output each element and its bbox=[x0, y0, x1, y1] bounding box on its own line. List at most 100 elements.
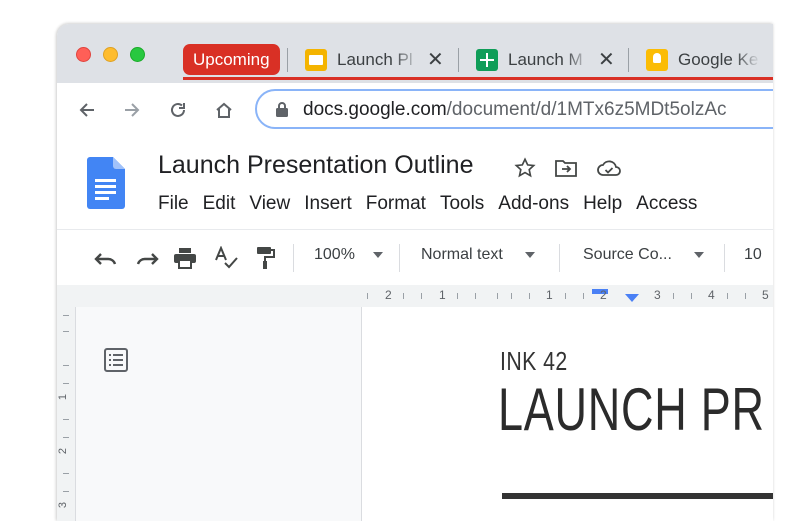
reload-button[interactable] bbox=[164, 96, 192, 124]
menu-add-ons[interactable]: Add-ons bbox=[498, 193, 569, 215]
ruler-tick bbox=[403, 293, 404, 299]
paint-format-button[interactable] bbox=[253, 246, 279, 270]
ruler-tick bbox=[511, 293, 512, 299]
tab-strip: Upcoming Launch Pl ✕ Launch M ✕ Google K… bbox=[57, 24, 773, 83]
document-canvas-margin bbox=[57, 307, 361, 521]
chevron-down-icon bbox=[372, 252, 383, 258]
redo-button[interactable] bbox=[134, 246, 160, 270]
ruler-tick bbox=[691, 293, 692, 299]
tab-divider bbox=[287, 48, 288, 72]
horizontal-ruler[interactable]: 2 1 1 2 3 4 5 bbox=[57, 285, 773, 308]
vertical-ruler[interactable]: 1 2 3 bbox=[57, 307, 76, 521]
chevron-down-icon bbox=[693, 252, 704, 258]
forward-arrow-icon bbox=[125, 103, 140, 117]
tab-launch-metrics[interactable]: Launch M ✕ bbox=[460, 44, 620, 75]
font-size-value: 10 bbox=[744, 246, 762, 263]
star-icon[interactable] bbox=[512, 155, 538, 181]
toolbar-divider bbox=[293, 244, 294, 272]
paint-format-icon bbox=[257, 247, 275, 269]
ruler-label: 2 bbox=[385, 288, 392, 302]
cloud-saved-icon[interactable] bbox=[596, 155, 622, 181]
paragraph-style-select[interactable]: Normal text bbox=[421, 246, 535, 264]
font-size-input[interactable]: 10 bbox=[744, 246, 762, 264]
slides-icon bbox=[305, 48, 327, 71]
close-window-button[interactable] bbox=[76, 47, 91, 62]
ruler-label: 5 bbox=[762, 288, 769, 302]
ruler-tick bbox=[475, 293, 476, 299]
print-icon bbox=[174, 248, 196, 269]
print-button[interactable] bbox=[172, 246, 198, 270]
tab-title: Google Ke bbox=[678, 49, 759, 69]
address-toolbar: docs.google.com/document/d/1MTx6z5MDt5ol… bbox=[57, 83, 773, 138]
move-folder-icon[interactable] bbox=[553, 155, 579, 181]
ruler-tick bbox=[727, 293, 728, 299]
ruler-tick bbox=[529, 293, 530, 299]
ruler-tick bbox=[63, 365, 69, 366]
document-page[interactable]: INK 42 LAUNCH PR bbox=[361, 307, 773, 521]
close-tab-icon[interactable]: ✕ bbox=[598, 47, 615, 72]
url-path: /document/d/1MTx6z5MDt5olzAc bbox=[446, 99, 727, 120]
document-kicker-text: INK 42 bbox=[500, 346, 568, 376]
ruler-tick bbox=[421, 293, 422, 299]
ruler-label: 2 bbox=[600, 288, 607, 302]
back-button[interactable] bbox=[73, 96, 101, 124]
left-indent-marker[interactable] bbox=[625, 294, 639, 302]
zoom-select[interactable]: 100% bbox=[314, 246, 383, 264]
ruler-label: 1 bbox=[546, 288, 553, 302]
spellcheck-icon bbox=[215, 246, 238, 269]
zoom-value: 100% bbox=[314, 246, 355, 263]
tab-google-keep[interactable]: Google Ke bbox=[630, 44, 773, 75]
menu-insert[interactable]: Insert bbox=[304, 193, 352, 215]
close-tab-icon[interactable]: ✕ bbox=[427, 47, 444, 72]
home-icon bbox=[216, 102, 232, 118]
undo-button[interactable] bbox=[93, 246, 119, 270]
browser-window: Upcoming Launch Pl ✕ Launch M ✕ Google K… bbox=[57, 24, 773, 521]
home-button[interactable] bbox=[210, 96, 238, 124]
document-title[interactable]: Launch Presentation Outline bbox=[158, 151, 474, 180]
maximize-window-button[interactable] bbox=[130, 47, 145, 62]
tab-group-underline bbox=[183, 77, 773, 80]
tab-title: Launch Pl bbox=[337, 49, 413, 69]
document-heading: LAUNCH PR bbox=[498, 376, 765, 443]
document-outline-icon[interactable] bbox=[103, 347, 129, 378]
minimize-window-button[interactable] bbox=[103, 47, 118, 62]
ruler-label: 1 bbox=[57, 393, 70, 401]
sheets-icon bbox=[476, 48, 498, 71]
docs-header: Launch Presentation Outline File Edit Vi… bbox=[57, 137, 773, 229]
ruler-tick bbox=[63, 331, 69, 332]
ruler-tick bbox=[457, 293, 458, 299]
menu-tools[interactable]: Tools bbox=[440, 193, 484, 215]
ruler-tick bbox=[63, 383, 69, 384]
ruler-tick bbox=[565, 293, 566, 299]
font-family-select[interactable]: Source Co... bbox=[583, 246, 704, 264]
ruler-tick bbox=[63, 491, 69, 492]
menu-bar: File Edit View Insert Format Tools Add-o… bbox=[158, 193, 711, 215]
ruler-tick bbox=[63, 473, 69, 474]
address-bar[interactable]: docs.google.com/document/d/1MTx6z5MDt5ol… bbox=[255, 89, 773, 129]
menu-view[interactable]: View bbox=[249, 193, 290, 215]
spellcheck-button[interactable] bbox=[213, 246, 239, 270]
formatting-toolbar: 100% Normal text Source Co... 10 bbox=[57, 229, 773, 287]
ruler-label: 1 bbox=[439, 288, 446, 302]
menu-format[interactable]: Format bbox=[366, 193, 426, 215]
forward-button[interactable] bbox=[118, 96, 146, 124]
toolbar-divider bbox=[559, 244, 560, 272]
url-host: docs.google.com bbox=[303, 99, 447, 120]
url-text: docs.google.com/document/d/1MTx6z5MDt5ol… bbox=[303, 99, 727, 121]
lock-icon[interactable] bbox=[275, 101, 289, 123]
ruler-tick bbox=[673, 293, 674, 299]
ruler-tick bbox=[497, 293, 498, 299]
toolbar-divider bbox=[724, 244, 725, 272]
tab-group-label[interactable]: Upcoming bbox=[183, 44, 280, 75]
google-docs-icon[interactable] bbox=[87, 157, 125, 209]
ruler-tick bbox=[63, 419, 69, 420]
font-family-value: Source Co... bbox=[583, 246, 672, 263]
menu-accessibility[interactable]: Access bbox=[636, 193, 697, 215]
tab-launch-plan[interactable]: Launch Pl ✕ bbox=[289, 44, 449, 75]
menu-edit[interactable]: Edit bbox=[203, 193, 236, 215]
menu-help[interactable]: Help bbox=[583, 193, 622, 215]
ruler-tick bbox=[583, 293, 584, 299]
ruler-label: 2 bbox=[57, 447, 70, 455]
menu-file[interactable]: File bbox=[158, 193, 189, 215]
undo-icon bbox=[94, 253, 117, 265]
